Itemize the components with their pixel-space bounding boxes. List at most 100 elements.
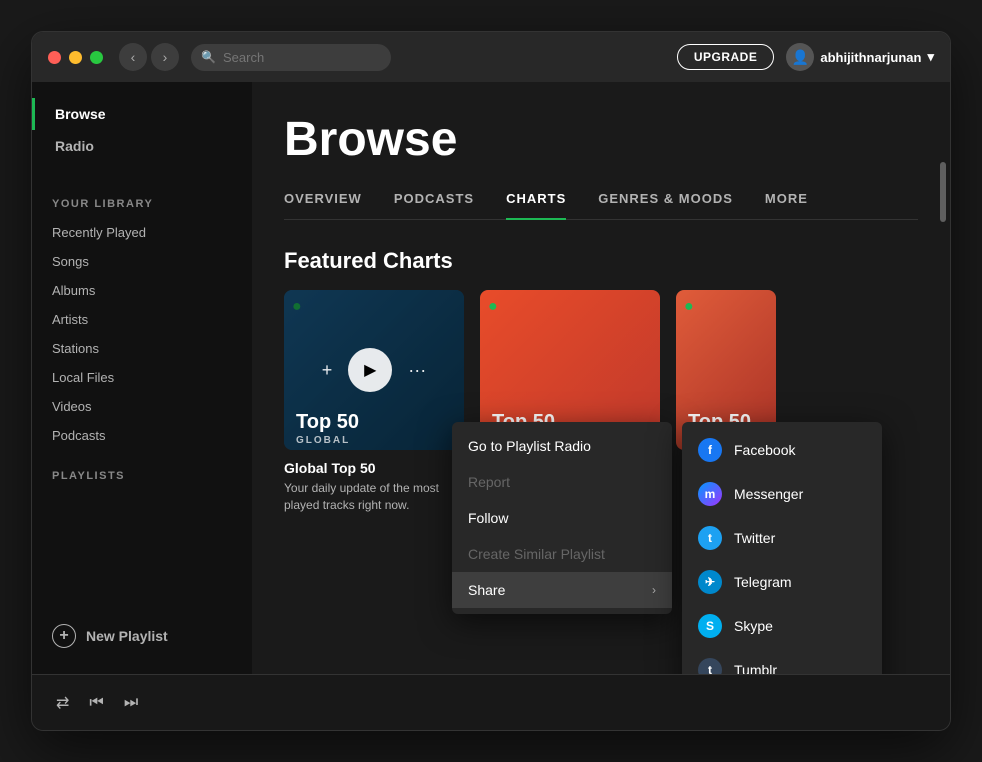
avatar: 👤 <box>786 43 814 71</box>
page-title: Browse <box>284 112 918 167</box>
share-tumblr[interactable]: t Tumblr <box>682 648 882 674</box>
context-menu-report: Report <box>452 464 672 500</box>
tumblr-icon: t <box>698 658 722 674</box>
chart-name-1: Global Top 50 <box>284 460 464 476</box>
tab-genres-moods[interactable]: GENRES & MOODS <box>598 191 733 220</box>
share-skype[interactable]: S Skype <box>682 604 882 648</box>
previous-icon[interactable]: ⏮ <box>89 694 103 712</box>
playlists-label: PLAYLISTS <box>32 450 252 490</box>
tumblr-label: Tumblr <box>734 662 777 674</box>
new-playlist-button[interactable]: + New Playlist <box>32 614 252 658</box>
skype-label: Skype <box>734 618 773 634</box>
shuffle-icon[interactable]: ⇄ <box>56 693 69 713</box>
context-menu: Go to Playlist Radio Report Follow Creat… <box>452 422 672 614</box>
radio-label: Radio <box>55 138 94 154</box>
next-icon[interactable]: ⏭ <box>124 694 138 712</box>
sidebar-item-songs[interactable]: Songs <box>32 247 252 276</box>
messenger-icon: m <box>698 482 722 506</box>
chart-info-1: Global Top 50 Your daily update of the m… <box>284 460 464 514</box>
chart-desc-1: Your daily update of the most played tra… <box>284 480 464 514</box>
facebook-icon: f <box>698 438 722 462</box>
chart-label-1: Top 50 <box>296 411 359 434</box>
forward-button[interactable]: › <box>151 43 179 71</box>
follow-label: Follow <box>468 510 508 526</box>
create-similar-label: Create Similar Playlist <box>468 546 605 562</box>
back-button[interactable]: ‹ <box>119 43 147 71</box>
share-facebook[interactable]: f Facebook <box>682 428 882 472</box>
add-icon-1[interactable]: + <box>322 360 333 381</box>
context-menu-create-similar: Create Similar Playlist <box>452 536 672 572</box>
share-messenger[interactable]: m Messenger <box>682 472 882 516</box>
albums-label: Albums <box>52 283 95 298</box>
search-container: 🔍 <box>191 44 391 71</box>
sidebar-item-radio[interactable]: Radio <box>32 130 252 162</box>
upgrade-button[interactable]: UPGRADE <box>677 44 775 70</box>
sidebar: Browse Radio YOUR LIBRARY Recently Playe… <box>32 82 252 674</box>
messenger-label: Messenger <box>734 486 803 502</box>
sidebar-item-recently-played[interactable]: Recently Played <box>32 218 252 247</box>
window-controls <box>48 51 103 64</box>
recently-played-label: Recently Played <box>52 225 146 240</box>
featured-charts-title: Featured Charts <box>284 248 918 274</box>
content-area: Browse OVERVIEW PODCASTS CHARTS GENRES &… <box>252 82 950 674</box>
chart-sublabel-1: GLOBAL <box>296 435 350 446</box>
tab-more[interactable]: MORE <box>765 191 808 220</box>
share-twitter[interactable]: t Twitter <box>682 516 882 560</box>
songs-label: Songs <box>52 254 89 269</box>
context-menu-playlist-radio[interactable]: Go to Playlist Radio <box>452 428 672 464</box>
browse-label: Browse <box>55 106 106 122</box>
sidebar-nav: Browse Radio <box>32 82 252 178</box>
telegram-icon: ✈ <box>698 570 722 594</box>
tab-charts[interactable]: CHARTS <box>506 191 566 220</box>
context-menu-follow[interactable]: Follow <box>452 500 672 536</box>
twitter-icon: t <box>698 526 722 550</box>
maximize-button[interactable] <box>90 51 103 64</box>
play-button-1[interactable]: ▶ <box>348 348 392 392</box>
minimize-button[interactable] <box>69 51 82 64</box>
sidebar-item-artists[interactable]: Artists <box>32 305 252 334</box>
player-bar: ⇄ ⏮ ⏭ <box>32 674 950 730</box>
ellipsis-icon-1[interactable]: ··· <box>408 360 426 381</box>
videos-label: Videos <box>52 399 92 414</box>
sidebar-item-podcasts[interactable]: Podcasts <box>32 421 252 450</box>
share-label: Share <box>468 582 505 598</box>
player-controls: ⇄ ⏮ ⏭ <box>56 693 138 713</box>
chart-card-1: ● + ▶ ··· Top 50 GLOBAL Global Top 50 Yo… <box>284 290 464 514</box>
sidebar-item-stations[interactable]: Stations <box>32 334 252 363</box>
telegram-label: Telegram <box>734 574 792 590</box>
stations-label: Stations <box>52 341 99 356</box>
artists-label: Artists <box>52 312 88 327</box>
user-menu[interactable]: 👤 abhijithnarjunan ▾ <box>786 43 934 71</box>
sidebar-item-albums[interactable]: Albums <box>32 276 252 305</box>
skype-icon: S <box>698 614 722 638</box>
spotify-icon-3: ● <box>684 298 694 316</box>
chevron-down-icon: ▾ <box>927 49 934 65</box>
chart-card-global[interactable]: ● + ▶ ··· Top 50 GLOBAL <box>284 290 464 450</box>
main-layout: Browse Radio YOUR LIBRARY Recently Playe… <box>32 82 950 674</box>
app-window: ‹ › 🔍 UPGRADE 👤 abhijithnarjunan ▾ Brows… <box>31 31 951 731</box>
search-input[interactable] <box>191 44 391 71</box>
header-right: UPGRADE 👤 abhijithnarjunan ▾ <box>677 43 934 71</box>
scrollbar[interactable] <box>940 162 946 222</box>
sidebar-item-videos[interactable]: Videos <box>32 392 252 421</box>
facebook-label: Facebook <box>734 442 795 458</box>
sidebar-item-local-files[interactable]: Local Files <box>32 363 252 392</box>
tab-podcasts[interactable]: PODCASTS <box>394 191 474 220</box>
sidebar-item-browse[interactable]: Browse <box>32 98 252 130</box>
tab-overview[interactable]: OVERVIEW <box>284 191 362 220</box>
podcasts-label: Podcasts <box>52 428 105 443</box>
share-submenu-arrow: › <box>652 583 656 597</box>
username: abhijithnarjunan <box>820 50 921 65</box>
title-bar: ‹ › 🔍 UPGRADE 👤 abhijithnarjunan ▾ <box>32 32 950 82</box>
new-playlist-label: New Playlist <box>86 628 168 644</box>
context-menu-share[interactable]: Share › <box>452 572 672 608</box>
library-items: Recently Played Songs Albums Artists Sta… <box>32 218 252 450</box>
share-submenu: f Facebook m Messenger t Twitter ✈ Teleg… <box>682 422 882 674</box>
close-button[interactable] <box>48 51 61 64</box>
your-library-label: YOUR LIBRARY <box>32 178 252 218</box>
report-label: Report <box>468 474 510 490</box>
twitter-label: Twitter <box>734 530 775 546</box>
plus-icon: + <box>52 624 76 648</box>
share-telegram[interactable]: ✈ Telegram <box>682 560 882 604</box>
playlist-radio-label: Go to Playlist Radio <box>468 438 591 454</box>
